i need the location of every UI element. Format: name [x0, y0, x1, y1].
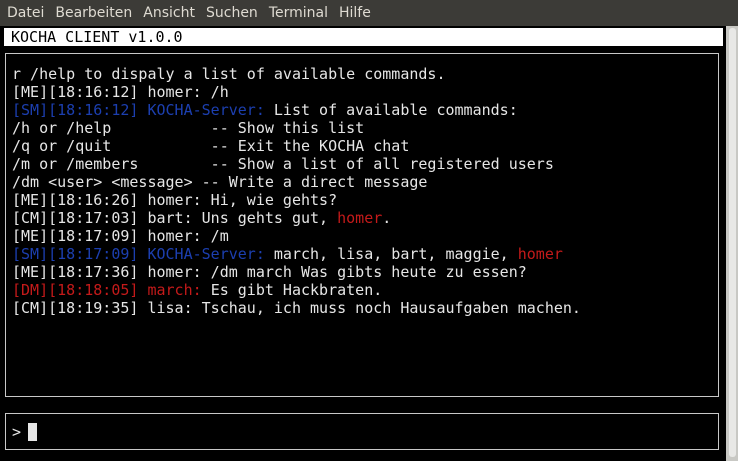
chat-segment: [CM][18:17:03] bart: Uns gehts gut,	[12, 209, 338, 227]
chat-line: [ME][18:16:12] homer: /h	[12, 83, 718, 101]
chat-line: /q or /quit -- Exit the KOCHA chat	[12, 137, 718, 155]
menu-suchen[interactable]: Suchen	[202, 0, 262, 26]
input-prompt: >	[12, 422, 22, 441]
menu-bearbeiten[interactable]: Bearbeiten	[51, 0, 136, 26]
chat-line: [ME][18:17:36] homer: /dm march Was gibt…	[12, 263, 718, 281]
menu-ansicht[interactable]: Ansicht	[139, 0, 199, 26]
chat-line: [SM][18:16:12] KOCHA-Server: List of ava…	[12, 101, 718, 119]
chat-segment: [SM][18:17:09] KOCHA-Server:	[12, 245, 274, 263]
chat-segment: [DM][18:18:05] march:	[12, 281, 211, 299]
scrollbar[interactable]	[726, 26, 738, 461]
scrollbar-thumb[interactable]	[729, 28, 736, 457]
chat-line: [ME][18:17:09] homer: /m	[12, 227, 718, 245]
message-input[interactable]: >	[5, 413, 719, 450]
chat-line: [SM][18:17:09] KOCHA-Server: march, lisa…	[12, 245, 718, 263]
chat-segment: [ME][18:17:09] homer: /m	[12, 227, 229, 245]
terminal-window: Datei Bearbeiten Ansicht Suchen Terminal…	[0, 0, 738, 461]
chat-segment: [CM][18:19:35] lisa: Tschau, ich muss no…	[12, 299, 581, 317]
chat-line: r /help to dispaly a list of available c…	[12, 65, 718, 83]
chat-lines: r /help to dispaly a list of available c…	[12, 65, 718, 317]
chat-segment: [ME][18:17:36] homer: /dm march Was gibt…	[12, 263, 527, 281]
chat-segment: r /help to dispaly a list of available c…	[12, 65, 446, 83]
chat-log[interactable]: r /help to dispaly a list of available c…	[5, 53, 719, 397]
menu-bar: Datei Bearbeiten Ansicht Suchen Terminal…	[0, 0, 738, 26]
chat-segment: homer	[517, 245, 563, 263]
chat-segment: /q or /quit -- Exit the KOCHA chat	[12, 137, 410, 155]
chat-segment: List of available commands:	[273, 101, 518, 119]
chat-line: [CM][18:19:35] lisa: Tschau, ich muss no…	[12, 299, 718, 317]
chat-segment: march, lisa, bart, maggie,	[273, 245, 518, 263]
text-cursor	[28, 422, 38, 441]
chat-segment: [SM][18:16:12] KOCHA-Server:	[12, 101, 274, 119]
chat-line: [CM][18:17:03] bart: Uns gehts gut, home…	[12, 209, 718, 227]
chat-segment: /h or /help -- Show this list	[12, 119, 365, 137]
chat-segment: homer	[337, 209, 383, 227]
menu-terminal[interactable]: Terminal	[265, 0, 332, 26]
chat-line: /h or /help -- Show this list	[12, 119, 718, 137]
chat-segment: [ME][18:16:26] homer: Hi, wie gehts?	[12, 191, 338, 209]
chat-line: /m or /members -- Show a list of all reg…	[12, 155, 718, 173]
menu-hilfe[interactable]: Hilfe	[335, 0, 375, 26]
chat-segment: /dm <user> <message> -- Write a direct m…	[12, 173, 428, 191]
chat-segment: Es gibt Hackbraten.	[210, 281, 383, 299]
chat-segment: .	[382, 209, 392, 227]
menu-datei[interactable]: Datei	[3, 0, 48, 26]
terminal-area[interactable]: KOCHA CLIENT v1.0.0 r /help to dispaly a…	[0, 26, 738, 461]
chat-line: [DM][18:18:05] march: Es gibt Hackbraten…	[12, 281, 718, 299]
chat-segment: /m or /members -- Show a list of all reg…	[12, 155, 554, 173]
chat-segment: [ME][18:16:12] homer: /h	[12, 83, 229, 101]
app-title: KOCHA CLIENT v1.0.0	[4, 28, 723, 46]
chat-line: /dm <user> <message> -- Write a direct m…	[12, 173, 718, 191]
chat-line: [ME][18:16:26] homer: Hi, wie gehts?	[12, 191, 718, 209]
